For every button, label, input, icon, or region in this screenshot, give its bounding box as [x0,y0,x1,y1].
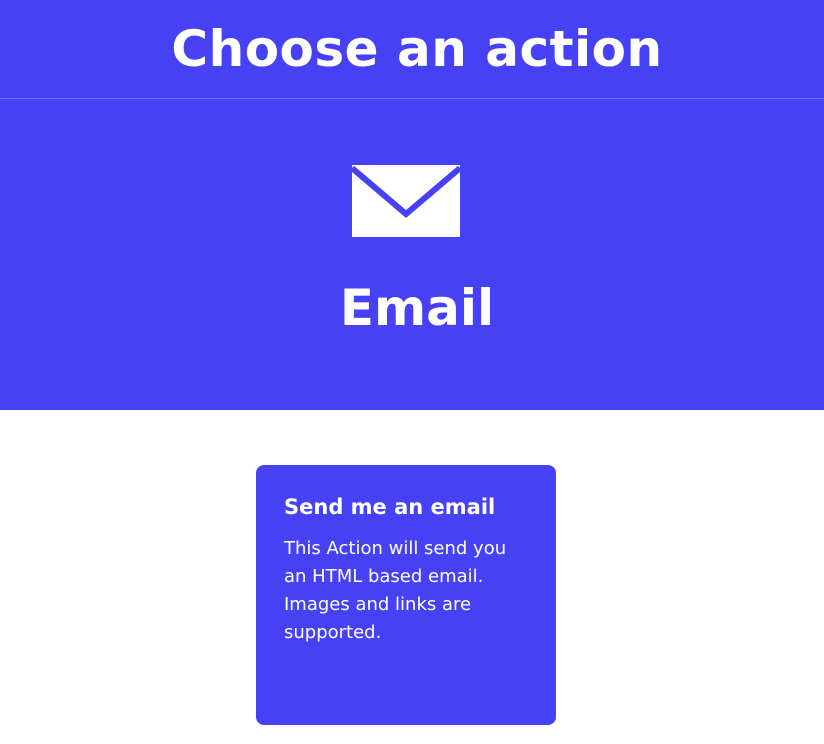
service-hero: Email [0,99,824,410]
page-title: Choose an action [171,20,663,78]
envelope-icon [352,165,460,237]
action-description: This Action will send you an HTML based … [284,538,507,643]
actions-list: Send me an email This Action will send y… [0,410,824,744]
action-title: Send me an email [284,495,496,519]
page-header: Choose an action [0,0,824,99]
action-card-send-email[interactable]: Send me an email This Action will send y… [256,465,556,725]
service-name: Email [339,279,495,337]
